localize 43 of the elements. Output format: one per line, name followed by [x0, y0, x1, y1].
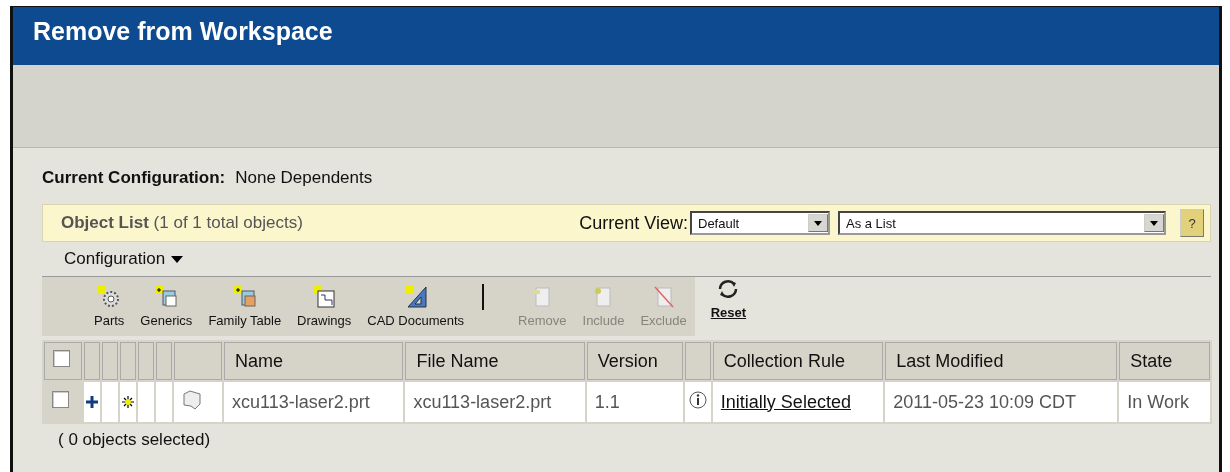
cad-button[interactable]: CAD Documents	[359, 285, 473, 328]
selection-status: ( 0 objects selected)	[57, 429, 212, 450]
part-icon	[182, 389, 202, 410]
caret-icon	[171, 255, 184, 263]
column-header[interactable]: File Name	[405, 342, 585, 380]
family-button[interactable]: Family Table	[200, 285, 290, 328]
set-square-icon	[403, 285, 428, 309]
table-cell: 1.1	[586, 382, 683, 422]
asterisk-icon	[121, 395, 135, 409]
caret-icon	[814, 220, 822, 226]
configuration-label: Current Configuration:	[42, 168, 226, 189]
column-header[interactable]: Version	[586, 342, 683, 380]
object-list-title: Object List	[61, 213, 149, 232]
configuration-menu[interactable]: Configuration	[42, 242, 1211, 276]
column-header[interactable]: Last Modified	[885, 342, 1118, 380]
layout-dropdown[interactable]: As a List	[838, 211, 1166, 235]
help-button[interactable]: ?	[1180, 209, 1204, 237]
info-icon[interactable]	[688, 390, 707, 409]
column-header[interactable]: State	[1119, 342, 1210, 380]
configuration-value: None Dependents	[235, 168, 373, 189]
crossed-document-icon	[651, 285, 676, 309]
plus-icon	[85, 395, 99, 409]
reset-button[interactable]: Reset	[702, 277, 755, 320]
drawings-button[interactable]: Drawings	[289, 285, 360, 328]
select-all-checkbox[interactable]	[53, 350, 70, 367]
view-dropdown[interactable]: Default	[690, 211, 830, 235]
generics-button[interactable]: Generics	[132, 285, 201, 328]
drawing-sheet-icon	[312, 285, 337, 309]
window-title: Remove from Workspace	[13, 7, 1219, 65]
column-header[interactable]: Collection Rule	[712, 342, 884, 380]
parts-button[interactable]: Parts	[86, 285, 133, 328]
table-icon	[232, 285, 257, 309]
table-cell: xcu113-laser2.prt	[224, 382, 404, 422]
table-cell: 2011-05-23 10:09 CDT	[885, 382, 1118, 422]
table-icon	[154, 285, 179, 309]
row-checkbox[interactable]	[52, 391, 69, 408]
caret-icon	[1150, 220, 1158, 226]
object-count: (1 of 1 total objects)	[153, 213, 303, 232]
table-cell: In Work	[1119, 382, 1210, 422]
gear-icon	[97, 285, 122, 309]
table-cell: xcu113-laser2.prt	[405, 382, 585, 422]
view-label: Current View:	[579, 212, 688, 234]
column-header[interactable]: Name	[224, 342, 404, 380]
